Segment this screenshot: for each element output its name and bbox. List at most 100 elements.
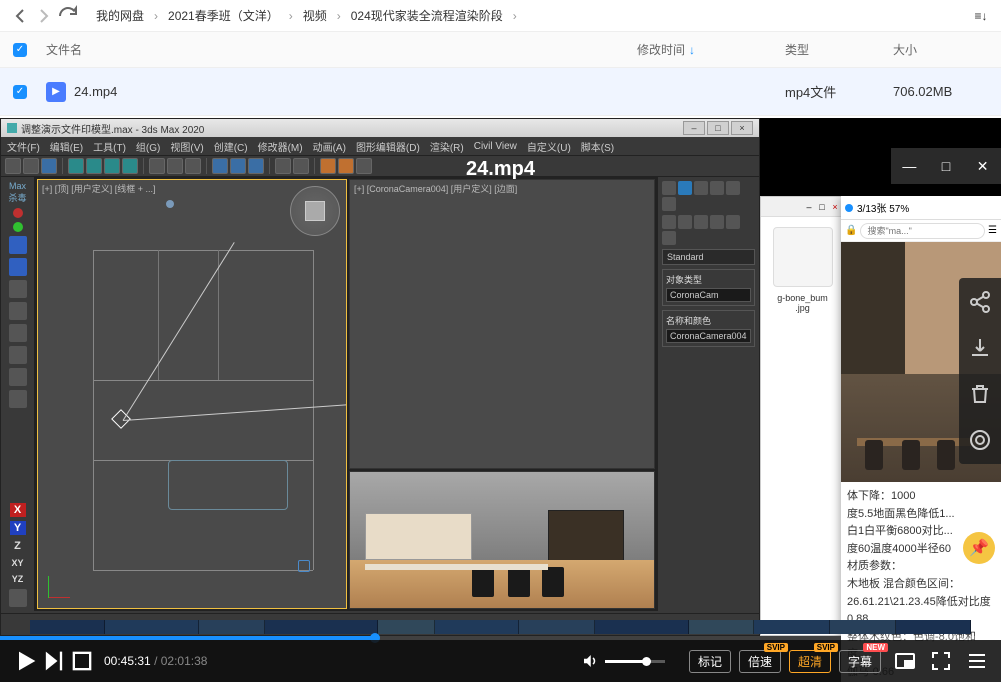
header-type[interactable]: 类型 [785, 41, 893, 58]
crumb-3[interactable]: 024现代家装全流程渲染阶段 [347, 5, 507, 26]
fullscreen-button[interactable] [929, 649, 953, 673]
current-time: 00:45:31 [104, 654, 151, 668]
file-size: 706.02MB [893, 84, 1001, 99]
toolbar-icon [167, 158, 183, 174]
volume-icon[interactable] [581, 652, 599, 670]
viewport-top: [+] [顶] [用户定义] [线框 + ...] [37, 179, 347, 609]
modifier-dropdown: Standard [662, 249, 755, 265]
player-control-bar: 00:45:31 / 02:01:38 标记 倍速SVIP 超清SVIP 字幕N… [0, 640, 1001, 682]
file-thumbnail [773, 227, 833, 287]
delete-button[interactable] [968, 382, 992, 406]
tool-icon [9, 302, 27, 320]
tool-icon [9, 346, 27, 364]
panel-tab-icon [662, 197, 676, 211]
file-list-header: ✓ 文件名 修改时间↓ 类型 大小 [0, 32, 1001, 68]
sort-button[interactable]: ≡↓ [969, 4, 993, 28]
tool-icon [9, 368, 27, 386]
top-navigation: 我的网盘 › 2021春季班（文洋） › 视频 › 024现代家装全流程渲染阶段… [0, 0, 1001, 32]
overlay-minimize-button[interactable]: — [893, 151, 925, 181]
lock-icon: 🔒 [845, 225, 857, 236]
header-size[interactable]: 大小 [893, 41, 1001, 58]
panel-subtab-icon [678, 215, 692, 229]
max-maximize-button: □ [707, 121, 729, 135]
crumb-1[interactable]: 2021春季班（文洋） [164, 5, 283, 26]
header-date[interactable]: 修改时间↓ [637, 41, 785, 58]
tool-icon [13, 222, 23, 232]
tool-icon [9, 589, 27, 607]
chevron-right-icon: › [287, 9, 295, 23]
toolbar-icon [230, 158, 246, 174]
record-button[interactable] [968, 428, 992, 452]
explorer-window: – □ × g-bone_bum .jpg [760, 196, 845, 636]
quality-button[interactable]: 超清SVIP [789, 650, 831, 673]
overlay-close-button[interactable]: ✕ [967, 151, 999, 181]
camera-target-icon [298, 560, 310, 572]
tool-icon [13, 208, 23, 218]
overlay-maximize-button[interactable]: □ [930, 151, 962, 181]
file-checkbox[interactable]: ✓ [13, 85, 27, 99]
max-titlebar: 调整演示文件印模型.max - 3ds Max 2020 – □ × [1, 119, 759, 137]
header-name[interactable]: 文件名 [40, 41, 637, 58]
max-minimize-button: – [683, 121, 705, 135]
video-side-toolbar [959, 278, 1001, 464]
nav-forward-button[interactable] [32, 4, 56, 28]
toolbar-icon [5, 158, 21, 174]
download-button[interactable] [968, 336, 992, 360]
video-title-overlay: 24.mp4 [466, 158, 535, 181]
crumb-2[interactable]: 视频 [299, 5, 331, 26]
axis-yz-button: YZ [10, 573, 26, 585]
max-app-icon [7, 123, 17, 133]
select-all-checkbox[interactable]: ✓ [13, 43, 27, 57]
play-button[interactable] [12, 647, 40, 675]
stop-button[interactable] [68, 647, 96, 675]
panel-tab-icon [678, 181, 692, 195]
command-panel: Standard 对象类型 CoronaCam 名称和颜色 CoronaCame… [657, 177, 759, 611]
video-player: 调整演示文件印模型.max - 3ds Max 2020 – □ × 文件(F)… [0, 118, 1001, 682]
breadcrumb: 我的网盘 › 2021春季班（文洋） › 视频 › 024现代家装全流程渲染阶段… [92, 5, 969, 26]
panel-tab-icon [662, 181, 676, 195]
panel-tab-icon [694, 181, 708, 195]
toolbar-icon [248, 158, 264, 174]
chevron-right-icon: › [511, 9, 519, 23]
tool-icon [9, 324, 27, 342]
crumb-root[interactable]: 我的网盘 [92, 5, 148, 26]
file-type: mp4文件 [785, 82, 893, 101]
file-row[interactable]: ✓ ▶24.mp4 mp4文件 706.02MB [0, 68, 1001, 116]
tool-icon [9, 280, 27, 298]
max-application-window: 调整演示文件印模型.max - 3ds Max 2020 – □ × 文件(F)… [0, 118, 760, 636]
panel-tab-icon [726, 181, 740, 195]
nav-back-button[interactable] [8, 4, 32, 28]
volume-slider[interactable] [605, 660, 665, 663]
toolbar-icon [41, 158, 57, 174]
toolbar-icon [86, 158, 102, 174]
viewcube-gizmo [290, 186, 340, 236]
next-button[interactable] [40, 647, 68, 675]
tool-icon [9, 258, 27, 276]
axis-xy-button: XY [10, 557, 26, 569]
progress-area[interactable] [0, 616, 1001, 640]
viewport-perspective [349, 471, 655, 609]
max-menu-bar: 文件(F) 编辑(E) 工具(T) 组(G) 视图(V) 创建(C) 修改器(M… [1, 137, 759, 155]
pin-button[interactable]: 📌 [963, 532, 995, 564]
playlist-button[interactable] [965, 649, 989, 673]
toolbar-icon [356, 158, 372, 174]
subtitle-button[interactable]: 字幕NEW [839, 650, 881, 673]
max-close-button: × [731, 121, 753, 135]
toolbar-icon [275, 158, 291, 174]
pip-button[interactable] [893, 649, 917, 673]
chevron-right-icon: › [335, 9, 343, 23]
toolbar-icon [122, 158, 138, 174]
minimize-icon: – [804, 202, 814, 212]
max-title-text: 调整演示文件印模型.max - 3ds Max 2020 [21, 121, 204, 136]
share-button[interactable] [968, 290, 992, 314]
overlay-window-controls: — □ ✕ [891, 148, 1001, 184]
volume-control[interactable] [581, 652, 665, 670]
time-display: 00:45:31 / 02:01:38 [104, 654, 207, 668]
sort-desc-icon: ↓ [689, 43, 695, 57]
speed-button[interactable]: 倍速SVIP [739, 650, 781, 673]
tool-icon [9, 390, 27, 408]
nav-refresh-button[interactable] [56, 4, 80, 28]
tool-icon [9, 236, 27, 254]
close-icon: × [830, 202, 840, 212]
mark-button[interactable]: 标记 [689, 650, 731, 673]
